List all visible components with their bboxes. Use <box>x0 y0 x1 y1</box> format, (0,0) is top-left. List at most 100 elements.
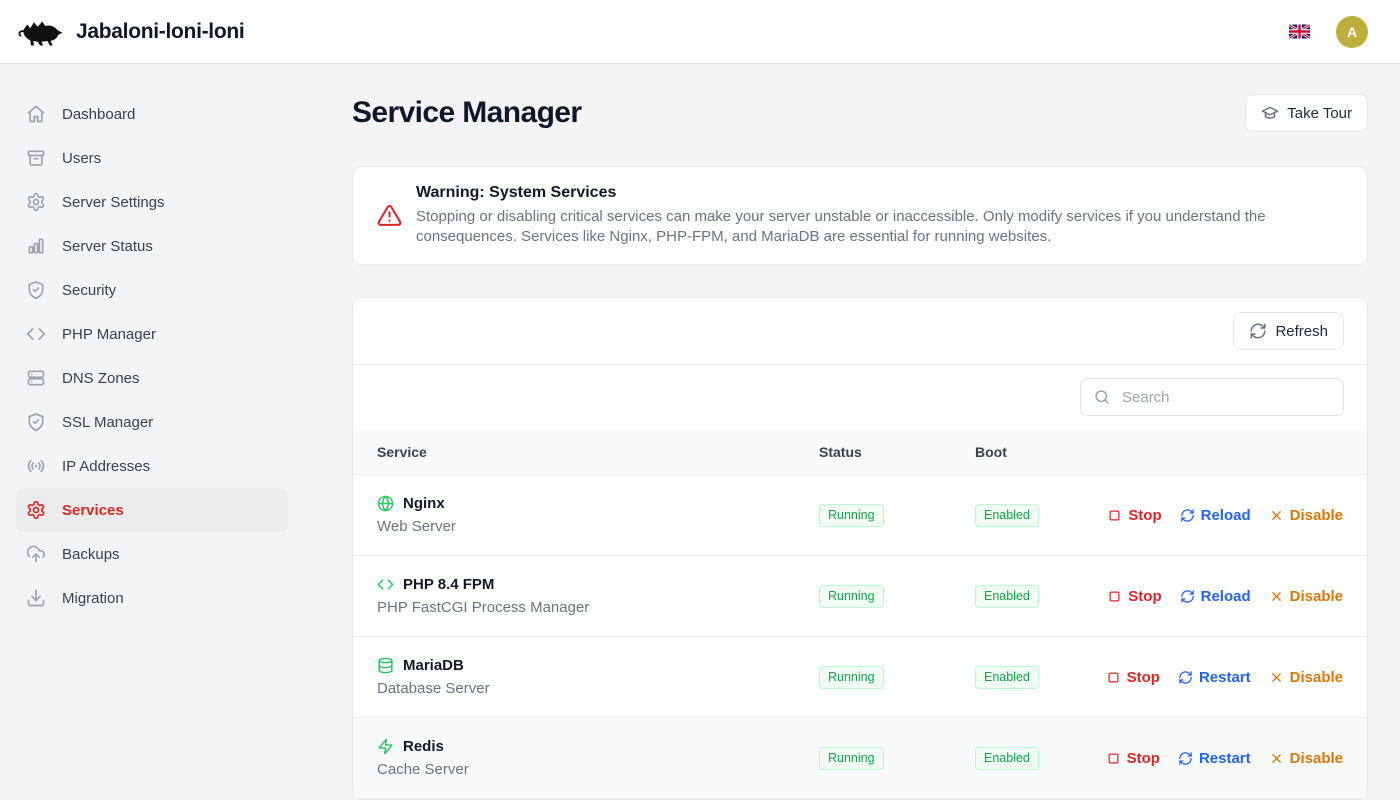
reload-button[interactable]: Reload <box>1180 507 1251 524</box>
disable-button[interactable]: Disable <box>1269 588 1343 605</box>
restart-button[interactable]: Restart <box>1178 750 1251 767</box>
stop-icon <box>1106 751 1121 766</box>
sidebar-item-security[interactable]: Security <box>16 268 288 312</box>
status-badge: Running <box>819 504 884 527</box>
stop-icon <box>1107 508 1122 523</box>
boot-badge: Enabled <box>975 666 1039 689</box>
status-badge: Running <box>819 666 884 689</box>
refresh-icon <box>1180 589 1195 604</box>
stop-button[interactable]: Stop <box>1107 588 1161 605</box>
code-icon <box>377 576 394 593</box>
disable-button[interactable]: Disable <box>1269 750 1343 767</box>
refresh-icon <box>1249 322 1267 340</box>
table-row-redis: Redis Cache ServerRunning Enabled Stop Resta… <box>353 718 1367 799</box>
archive-icon <box>26 148 46 168</box>
top-bar: Jabaloni-loni-loni A <box>0 0 1400 64</box>
brand-name: Jabaloni-loni-loni <box>76 20 244 44</box>
boar-logo-icon <box>16 14 64 50</box>
page-title: Service Manager <box>352 96 581 130</box>
x-icon <box>1269 751 1284 766</box>
take-tour-button[interactable]: Take Tour <box>1245 94 1368 132</box>
disable-button[interactable]: Disable <box>1269 669 1343 686</box>
status-badge: Running <box>819 585 884 608</box>
service-name: PHP 8.4 FPM <box>377 576 819 593</box>
layout: Dashboard Users Server Settings Server Stat… <box>0 64 1400 800</box>
cloud-upload-icon <box>26 544 46 564</box>
sidebar-item-label: SSL Manager <box>62 414 153 431</box>
column-header-service: Service <box>377 444 819 460</box>
sidebar-item-label: Services <box>62 502 124 519</box>
uk-flag-icon[interactable] <box>1289 24 1310 39</box>
warning-title: Warning: System Services <box>416 184 1343 202</box>
sidebar-item-dns-zones[interactable]: DNS Zones <box>16 356 288 400</box>
bar-chart-icon <box>26 236 46 256</box>
download-icon <box>26 588 46 608</box>
x-icon <box>1269 670 1284 685</box>
column-header-status: Status <box>819 444 975 460</box>
radio-icon <box>26 456 46 476</box>
reload-button[interactable]: Reload <box>1180 588 1251 605</box>
sidebar-item-server-status[interactable]: Server Status <box>16 224 288 268</box>
boot-badge: Enabled <box>975 585 1039 608</box>
sidebar-item-label: Dashboard <box>62 106 135 123</box>
table-header: Service Status Boot <box>353 429 1367 475</box>
sidebar-item-label: PHP Manager <box>62 326 156 343</box>
sidebar-item-label: Backups <box>62 546 120 563</box>
sidebar-nav: Dashboard Users Server Settings Server Stat… <box>0 64 304 800</box>
table-row-php-8-4-fpm: PHP 8.4 FPM PHP FastCGI Process ManagerRu… <box>353 556 1367 637</box>
sidebar-item-ip-addresses[interactable]: IP Addresses <box>16 444 288 488</box>
service-description: PHP FastCGI Process Manager <box>377 599 819 616</box>
stop-button[interactable]: Stop <box>1107 507 1161 524</box>
settings-icon <box>26 192 46 212</box>
graduation-cap-icon <box>1261 104 1279 122</box>
table-row-mariadb: MariaDBDatabase ServerRunningEnabledStop… <box>353 637 1367 718</box>
search-row <box>353 365 1367 429</box>
sidebar-item-label: Migration <box>62 590 124 607</box>
service-name: MariaDB <box>377 657 819 674</box>
code-icon <box>26 324 46 344</box>
sidebar-item-services[interactable]: Services <box>16 488 288 532</box>
refresh-icon <box>1178 751 1193 766</box>
column-header-boot: Boot <box>975 444 1343 460</box>
search-box <box>1080 378 1344 416</box>
shield-check-icon <box>26 280 46 300</box>
service-table-body: NginxWeb ServerRunningEnabledStopReloadD… <box>353 475 1367 799</box>
service-manager-card: Refresh Service Status Boot NginxWeb Ser… <box>352 297 1368 800</box>
sidebar-item-migration[interactable]: Migration <box>16 576 288 620</box>
status-badge: Running <box>819 747 884 770</box>
avatar[interactable]: A <box>1336 16 1368 48</box>
stop-button[interactable]: Stop <box>1106 669 1160 686</box>
bolt-icon <box>377 738 394 755</box>
stop-button[interactable]: Stop <box>1106 750 1160 767</box>
sidebar-item-users[interactable]: Users <box>16 136 288 180</box>
x-icon <box>1269 589 1284 604</box>
sidebar-item-label: Server Settings <box>62 194 165 211</box>
sidebar-item-dashboard[interactable]: Dashboard <box>16 92 288 136</box>
service-name: Redis <box>377 738 819 755</box>
disable-button[interactable]: Disable <box>1269 507 1343 524</box>
settings-icon <box>26 500 46 520</box>
home-icon <box>26 104 46 124</box>
sidebar-item-label: Users <box>62 150 101 167</box>
warning-body: Stopping or disabling critical services … <box>416 207 1343 247</box>
boot-badge: Enabled <box>975 747 1039 770</box>
service-description: Web Server <box>377 518 819 535</box>
sidebar-item-label: Security <box>62 282 116 299</box>
refresh-icon <box>1178 670 1193 685</box>
sidebar-item-ssl-manager[interactable]: SSL Manager <box>16 400 288 444</box>
stop-icon <box>1107 589 1122 604</box>
sidebar-item-server-settings[interactable]: Server Settings <box>16 180 288 224</box>
top-bar-right: A <box>1289 16 1384 48</box>
server-icon <box>26 368 46 388</box>
service-description: Cache Server <box>377 761 819 778</box>
globe-icon <box>377 495 394 512</box>
search-input[interactable] <box>1120 388 1331 407</box>
sidebar-item-label: IP Addresses <box>62 458 150 475</box>
main-content: Service Manager Take Tour Warning: Syste… <box>304 64 1400 800</box>
sidebar-item-backups[interactable]: Backups <box>16 532 288 576</box>
sidebar-item-php-manager[interactable]: PHP Manager <box>16 312 288 356</box>
refresh-button[interactable]: Refresh <box>1233 312 1344 350</box>
restart-button[interactable]: Restart <box>1178 669 1251 686</box>
refresh-label: Refresh <box>1275 323 1328 340</box>
card-toolbar: Refresh <box>353 298 1367 365</box>
